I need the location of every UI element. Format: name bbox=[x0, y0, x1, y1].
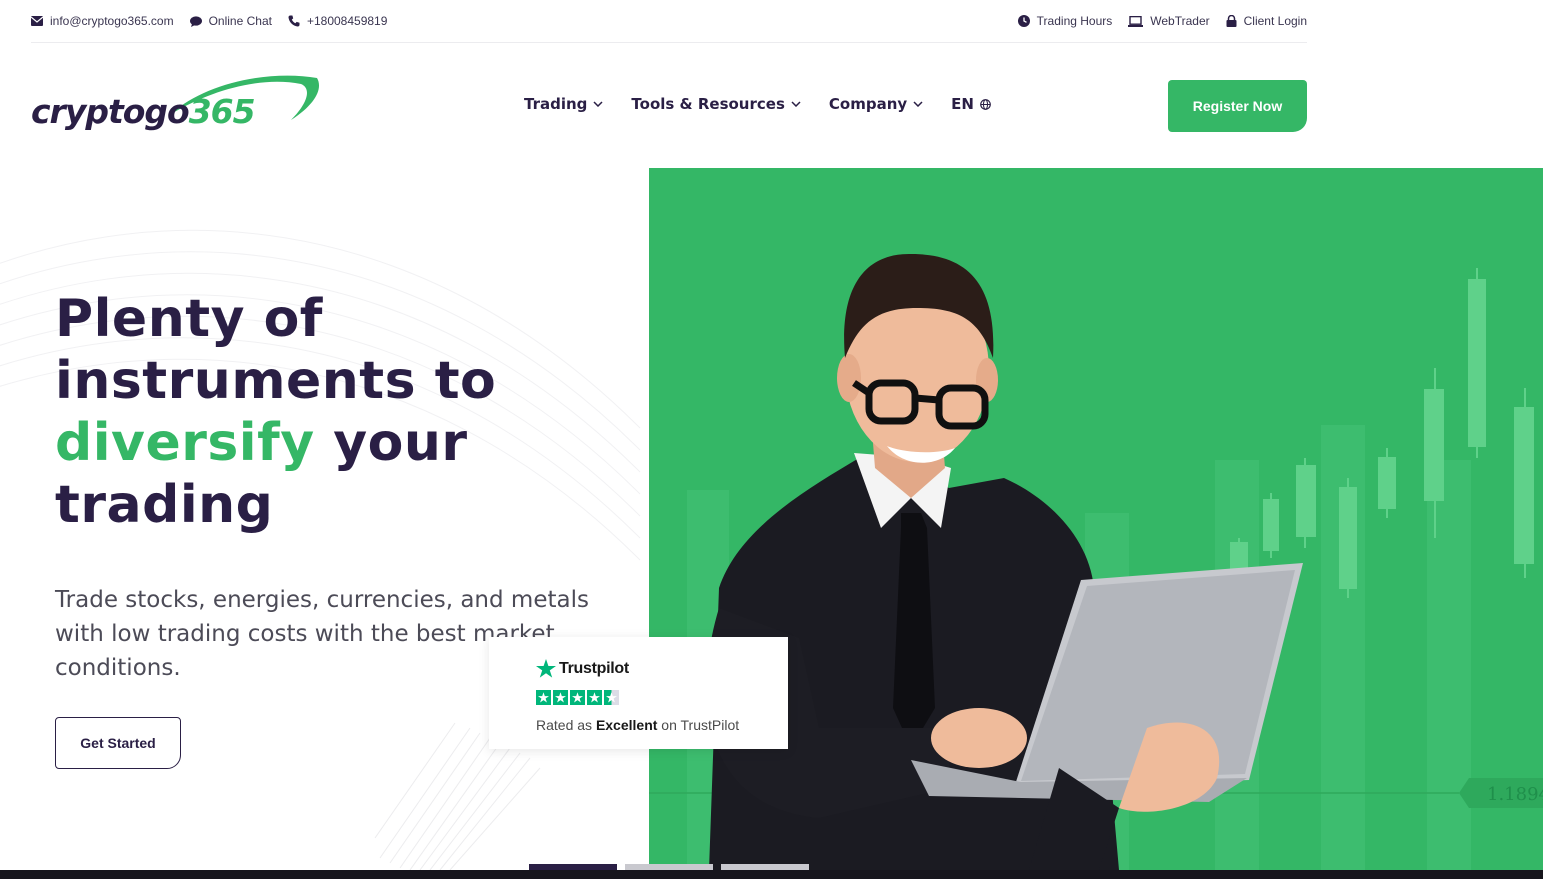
trustpilot-brand: Trustpilot bbox=[536, 659, 629, 678]
trading-hours-text: Trading Hours bbox=[1036, 14, 1113, 28]
hero-headline: Plenty of instruments to diversify your … bbox=[55, 288, 615, 536]
email-link[interactable]: info@cryptogo365.com bbox=[31, 14, 174, 28]
main-header: cryptogo365 Trading Tools & Resources Co… bbox=[31, 60, 1307, 150]
email-text: info@cryptogo365.com bbox=[50, 14, 174, 28]
star-icon bbox=[587, 690, 602, 705]
trading-hours-link[interactable]: Trading Hours bbox=[1017, 14, 1113, 28]
client-login-text: Client Login bbox=[1243, 14, 1307, 28]
webtrader-link[interactable]: WebTrader bbox=[1128, 14, 1210, 28]
trustpilot-star-icon bbox=[536, 659, 556, 678]
hero-left-panel: Plenty of instruments to diversify your … bbox=[0, 168, 649, 870]
phone-text: +18008459819 bbox=[306, 14, 388, 28]
account-links: Trading Hours WebTrader Client Login bbox=[1017, 14, 1307, 28]
rated-word: Excellent bbox=[595, 717, 658, 733]
logo-number: 365 bbox=[188, 92, 256, 131]
headline-line-1: Plenty of bbox=[55, 289, 323, 349]
chevron-down-icon bbox=[913, 101, 923, 107]
get-started-button[interactable]: Get Started bbox=[55, 717, 181, 769]
logo-wordmark: cryptogo365 bbox=[31, 92, 256, 131]
headline-line-3: your bbox=[314, 413, 468, 473]
star-icon bbox=[553, 690, 568, 705]
chart-price-label: 1.1894 bbox=[1487, 784, 1543, 805]
globe-icon bbox=[980, 98, 991, 110]
nav-trading[interactable]: Trading bbox=[524, 95, 603, 113]
logo-word: cryptogo bbox=[31, 92, 190, 131]
rated-suffix: on TrustPilot bbox=[657, 717, 740, 733]
chat-bubble-icon bbox=[189, 15, 202, 27]
lock-icon bbox=[1226, 15, 1237, 27]
main-nav: Trading Tools & Resources Company EN bbox=[524, 95, 991, 113]
half-star-icon bbox=[604, 690, 619, 705]
trustpilot-rating-text: Rated as Excellent on TrustPilot bbox=[536, 717, 739, 733]
contact-links: info@cryptogo365.com Online Chat +180084… bbox=[31, 14, 387, 28]
language-label: EN bbox=[951, 95, 974, 113]
hero-photo-trader: 1.1894 bbox=[649, 253, 1543, 870]
online-chat-link[interactable]: Online Chat bbox=[189, 14, 272, 28]
star-icon bbox=[536, 690, 551, 705]
chevron-down-icon bbox=[593, 101, 603, 107]
star-icon bbox=[570, 690, 585, 705]
headline-highlight: diversify bbox=[55, 413, 315, 473]
phone-icon bbox=[288, 15, 300, 27]
nav-trading-label: Trading bbox=[524, 95, 588, 113]
trader-figure bbox=[706, 253, 1303, 870]
bottom-strip bbox=[0, 870, 1543, 879]
headline-line-4: trading bbox=[55, 475, 274, 535]
top-bar: info@cryptogo365.com Online Chat +180084… bbox=[31, 0, 1307, 43]
online-chat-text: Online Chat bbox=[208, 14, 272, 28]
envelope-icon bbox=[31, 16, 43, 26]
language-selector[interactable]: EN bbox=[951, 95, 991, 113]
headline-line-2: instruments to bbox=[55, 351, 497, 411]
nav-tools-label: Tools & Resources bbox=[631, 95, 785, 113]
hero-image-panel: 1.1894 bbox=[649, 168, 1543, 870]
brand-logo[interactable]: cryptogo365 bbox=[31, 68, 321, 148]
laptop-icon bbox=[1128, 15, 1144, 27]
clock-icon bbox=[1017, 15, 1030, 27]
phone-link[interactable]: +18008459819 bbox=[288, 14, 387, 28]
trustpilot-widget[interactable]: Trustpilot Rated as Excellent on TrustPi… bbox=[489, 637, 788, 749]
chevron-down-icon bbox=[791, 101, 801, 107]
rated-prefix: Rated as bbox=[536, 717, 596, 733]
trustpilot-stars bbox=[536, 690, 619, 705]
nav-tools-resources[interactable]: Tools & Resources bbox=[631, 95, 801, 113]
nav-company[interactable]: Company bbox=[829, 95, 923, 113]
nav-company-label: Company bbox=[828, 95, 908, 113]
hero-section: Plenty of instruments to diversify your … bbox=[0, 168, 1543, 870]
trustpilot-brand-text: Trustpilot bbox=[559, 659, 629, 677]
register-now-button[interactable]: Register Now bbox=[1168, 80, 1307, 132]
client-login-link[interactable]: Client Login bbox=[1226, 14, 1307, 28]
webtrader-text: WebTrader bbox=[1150, 14, 1210, 28]
